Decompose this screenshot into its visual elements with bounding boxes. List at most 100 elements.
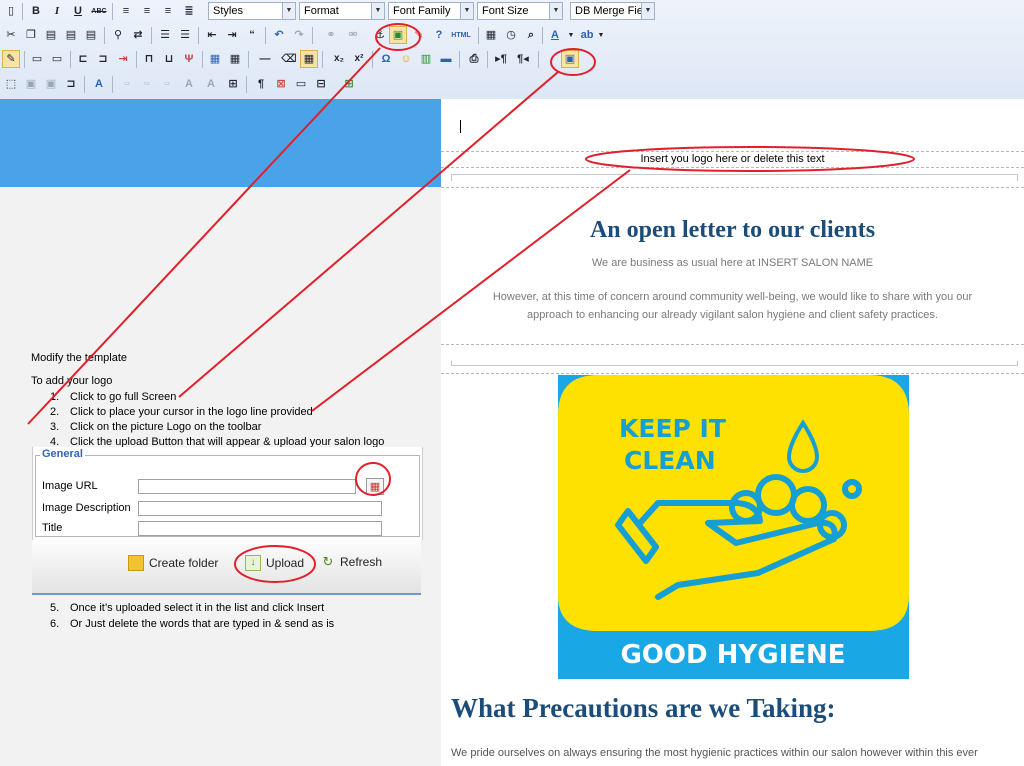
find-icon[interactable]: ⚲	[109, 26, 127, 44]
paste-icon[interactable]: ▤	[42, 26, 60, 44]
bold-button[interactable]: B	[27, 2, 45, 20]
move-backward-icon[interactable]: ⊐	[62, 75, 80, 93]
split-cell-icon[interactable]: Ψ	[180, 50, 198, 68]
font-family-dropdown[interactable]: Font Family ▼	[388, 2, 474, 20]
abbr-icon[interactable]: ▭	[138, 75, 156, 93]
logo-placeholder-text[interactable]: Insert you logo here or delete this text	[441, 153, 1024, 165]
separator	[248, 51, 249, 68]
chevron-down-icon: ▼	[641, 3, 654, 19]
image-dialog: General Image URL ▦ Image Description Ti…	[32, 447, 423, 540]
page-break-icon[interactable]: ▭	[292, 75, 310, 93]
superscript-button[interactable]: x²	[350, 50, 368, 68]
anchor-icon[interactable]: ⚓	[371, 26, 389, 44]
strikethrough-button[interactable]: ABC	[90, 2, 108, 20]
image-description-input[interactable]	[138, 501, 382, 516]
textarea-icon[interactable]: ▭	[48, 50, 66, 68]
align-center-icon[interactable]: ≡	[138, 2, 156, 20]
edit-css-icon[interactable]: ✎	[2, 50, 20, 68]
print-icon[interactable]: ⎙	[465, 50, 483, 68]
redo-icon[interactable]: ↷	[290, 26, 308, 44]
insert-image-icon[interactable]: ▣	[389, 26, 407, 44]
align-left-icon[interactable]: ≡	[117, 2, 135, 20]
save-icon[interactable]: ⊞	[340, 75, 358, 93]
form-icon[interactable]: ▭	[28, 50, 46, 68]
browse-image-icon[interactable]: ▦	[366, 478, 384, 495]
insert-row-icon[interactable]: ⊓	[140, 50, 158, 68]
hr-icon[interactable]: ▬	[437, 50, 455, 68]
rtl-icon[interactable]: ¶◂	[514, 50, 532, 68]
replace-icon[interactable]: ⇄	[129, 26, 147, 44]
editor-content-area[interactable]: Insert you logo here or delete this text…	[441, 99, 1024, 766]
italic-button[interactable]: I	[48, 2, 66, 20]
cleanup-icon[interactable]: ✎	[410, 26, 428, 44]
del-icon[interactable]: A	[180, 75, 198, 93]
ltr-icon[interactable]: ▸¶	[492, 50, 510, 68]
upload-button[interactable]: ↓ Upload	[245, 555, 304, 571]
select-all-icon[interactable]: ⬚	[2, 75, 20, 93]
align-justify-icon[interactable]: ≣	[180, 2, 198, 20]
outdent-icon[interactable]: ⇤	[203, 26, 221, 44]
merge-field-dropdown[interactable]: DB Merge Fielc ▼	[570, 2, 655, 20]
html-source-button[interactable]: HTML	[448, 26, 474, 44]
instruction-step: 3. Click on the picture Logo on the toolb…	[50, 421, 261, 433]
horizontal-rule-icon[interactable]: —	[256, 50, 274, 68]
show-blocks-button[interactable]: ¶	[252, 75, 270, 93]
new-document-icon[interactable]: ▯	[2, 2, 20, 20]
preview-icon[interactable]: ⌕	[522, 26, 540, 44]
emoticon-icon[interactable]: ☺	[397, 50, 415, 68]
style-props-icon[interactable]: A	[90, 75, 108, 93]
refresh-button[interactable]: ↻ Refresh	[321, 555, 382, 570]
time-icon[interactable]: ◷	[502, 26, 520, 44]
attribs-icon[interactable]: ⊞	[224, 75, 242, 93]
cut-icon[interactable]: ✂	[2, 26, 20, 44]
fullscreen-icon[interactable]: ▣	[561, 50, 579, 68]
special-char-button[interactable]: Ω	[377, 50, 395, 68]
media-icon[interactable]: ▥	[417, 50, 435, 68]
separator	[104, 27, 105, 44]
date-icon[interactable]: ▦	[482, 26, 500, 44]
format-dropdown[interactable]: Format ▼	[299, 2, 385, 20]
table-props-icon[interactable]: ▦	[226, 50, 244, 68]
cite-icon[interactable]: ▭	[118, 75, 136, 93]
table-icon[interactable]: ▦	[206, 50, 224, 68]
template-icon[interactable]: ⊠	[272, 75, 290, 93]
step-number: 5.	[50, 602, 60, 614]
insert-col-icon[interactable]: ⊔	[160, 50, 178, 68]
bullet-list-icon[interactable]: ☰	[156, 26, 174, 44]
visual-aid-icon[interactable]: ▦	[300, 50, 318, 68]
eraser-icon[interactable]: ⌫	[280, 50, 298, 68]
insert-layer-icon[interactable]: ▣	[22, 75, 40, 93]
move-layer-icon[interactable]: ⊐	[94, 50, 112, 68]
chevron-down-icon[interactable]: ▼	[566, 26, 576, 44]
styles-dropdown[interactable]: Styles ▼	[208, 2, 296, 20]
underline-button[interactable]: U	[69, 2, 87, 20]
numbered-list-icon[interactable]: ☰	[176, 26, 194, 44]
instruction-step: 1. Click to go full Screen	[50, 391, 176, 403]
layer-icon[interactable]: ⊏	[74, 50, 92, 68]
ins-icon[interactable]: A	[202, 75, 220, 93]
undo-icon[interactable]: ↶	[270, 26, 288, 44]
font-size-dropdown[interactable]: Font Size ▼	[477, 2, 563, 20]
page-icon[interactable]: ⊟	[312, 75, 330, 93]
copy-icon[interactable]: ❐	[22, 26, 40, 44]
create-folder-button[interactable]: Create folder	[128, 555, 218, 571]
move-forward-icon[interactable]: ▣	[42, 75, 60, 93]
chevron-down-icon[interactable]: ▼	[596, 26, 606, 44]
absolute-icon[interactable]: ⇥	[114, 50, 132, 68]
acronym-icon[interactable]: ▭	[158, 75, 176, 93]
blockquote-icon[interactable]: “	[243, 26, 261, 44]
subscript-button[interactable]: x₂	[330, 50, 348, 68]
paste-word-icon[interactable]: ▤	[82, 26, 100, 44]
title-label: Title	[42, 522, 63, 534]
step-text: Once it’s uploaded select it in the list…	[70, 602, 325, 614]
unlink-icon[interactable]: ⚮	[344, 26, 362, 44]
image-url-input[interactable]	[138, 479, 356, 494]
align-right-icon[interactable]: ≡	[159, 2, 177, 20]
indent-icon[interactable]: ⇥	[223, 26, 241, 44]
help-icon[interactable]: ?	[430, 26, 448, 44]
link-icon[interactable]: ⚭	[322, 26, 340, 44]
spellcheck-icon[interactable]: ab	[578, 26, 596, 44]
paste-text-icon[interactable]: ▤	[62, 26, 80, 44]
text-color-button[interactable]: A	[546, 26, 564, 44]
title-input[interactable]	[138, 521, 382, 536]
